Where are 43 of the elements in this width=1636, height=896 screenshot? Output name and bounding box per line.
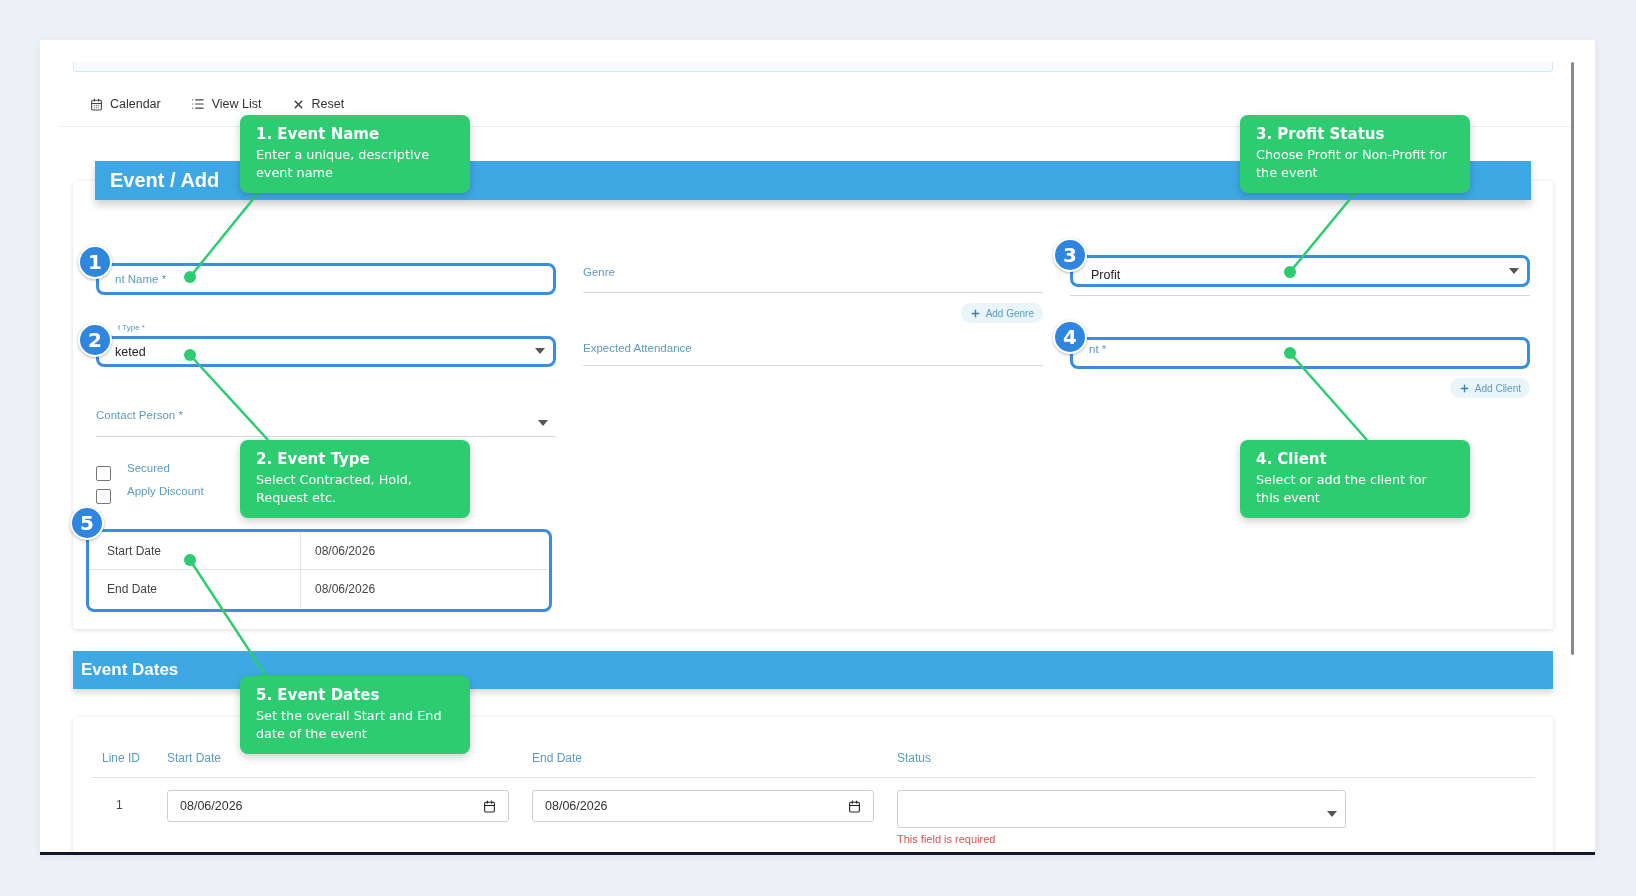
close-icon [291,97,305,111]
callout-title: 3. Profit Status [1256,125,1386,144]
scrollbar[interactable] [1571,62,1574,655]
plus-icon [969,307,981,319]
list-icon [190,97,205,111]
callout-title: 5. Event Dates [256,686,381,705]
calendar-icon [848,799,861,813]
date-input[interactable]: 08/06/2026 [532,790,874,822]
caret-icon [535,348,545,354]
checkbox-label: Secured [127,462,170,474]
callout-text: Select Contracted, Hold, Request etc. [256,471,413,507]
section-title: Event / Add [110,169,220,192]
checkbox[interactable] [96,466,111,481]
table-cell-text: 1 [115,797,124,812]
caret-icon [1509,268,1519,274]
column-header: End Date [532,750,584,765]
caret-icon [538,420,548,426]
caret-icon [1327,811,1337,817]
callout-text: Select or add the client for this event [1256,471,1428,507]
toolbar-button[interactable]: View List [190,97,262,111]
callout-title: 4. Client [1256,450,1328,469]
table-cell-text: 08/06/2026 [314,581,377,598]
column-header: Line ID [102,750,142,765]
callout-text: Enter a unique, descriptive event name [256,146,430,182]
callout-title: 2. Event Type [256,450,371,469]
column-header: Start Date [167,750,223,765]
checkbox-label: Apply Discount [127,485,204,497]
table-cell-text: 08/06/2026 [314,542,377,560]
error-message: This field is required [897,833,997,845]
table-cell: End Date [89,570,301,608]
callout-text: Choose Profit or Non-Profit for the event [1256,146,1449,182]
plus-icon [1458,382,1470,394]
calendar-icon [483,799,496,813]
column-header: Status [897,750,933,765]
calendar-icon [90,97,103,111]
toolbar-button[interactable]: Reset [291,97,345,111]
date-input[interactable]: 08/06/2026 [167,790,509,822]
callout-title: 1. Event Name [256,125,381,144]
checkbox[interactable] [96,489,111,504]
callout-text: Set the overall Start and End date of the event [256,707,443,743]
field-label: t Type * [117,323,145,332]
toolbar-button[interactable]: Calendar [90,97,161,111]
section-title: Event Dates [81,660,179,680]
